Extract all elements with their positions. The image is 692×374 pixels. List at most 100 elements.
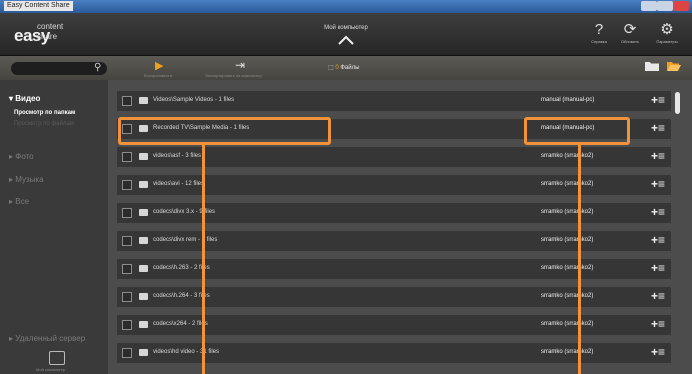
table-row[interactable]: videos\asf - 3 files srramko (srramko2) +≡ xyxy=(117,147,671,167)
annotation-line-folder xyxy=(202,142,205,374)
row-folder-name: videos\hd video - 31 files xyxy=(153,349,220,355)
folder-icon xyxy=(139,321,148,328)
row-owner: srramko (srramko2) xyxy=(541,265,594,271)
row-checkbox[interactable] xyxy=(122,208,132,218)
folder-icon xyxy=(139,209,148,216)
table-row[interactable]: codecs\divx 3.x - 9 files srramko (srramk… xyxy=(117,203,671,223)
folder-icon xyxy=(139,349,148,356)
add-to-playlist-icon[interactable]: +≡ xyxy=(651,289,665,303)
add-to-playlist-icon[interactable]: +≡ xyxy=(651,317,665,331)
table-row[interactable]: videos\hd video - 31 files srramko (srram… xyxy=(117,343,671,363)
search-input[interactable] xyxy=(11,62,107,75)
row-checkbox[interactable] xyxy=(122,292,132,302)
sidebar-item-video[interactable]: ▾ Видео xyxy=(9,94,40,103)
maximize-button[interactable] xyxy=(657,1,673,11)
row-checkbox[interactable] xyxy=(122,264,132,274)
logo-share: share xyxy=(37,32,58,41)
table-row[interactable]: codecs\h.264 - 3 files srramko (srramko2)… xyxy=(117,287,671,307)
sidebar-remote-label: Удаленный сервер xyxy=(15,334,86,343)
table-row[interactable]: Videos\Sample Videos - 1 files manual (ma… xyxy=(117,91,671,111)
table-row[interactable]: codecs\x264 - 2 files srramko (srramko2) +… xyxy=(117,315,671,335)
row-folder-name: videos\avi - 12 files xyxy=(153,181,205,187)
sidebar-item-all[interactable]: ▸ Все xyxy=(9,197,29,206)
export-icon[interactable]: ⇥ xyxy=(235,58,245,72)
minimize-button[interactable] xyxy=(641,1,657,11)
logo-content: content xyxy=(37,22,64,31)
sidebar-photo-label: Фото xyxy=(15,152,34,161)
question-icon: ? xyxy=(594,21,604,38)
add-to-playlist-icon[interactable]: +≡ xyxy=(651,149,665,163)
settings-button[interactable]: ⚙ Параметры xyxy=(655,21,679,44)
add-to-playlist-icon[interactable]: +≡ xyxy=(651,205,665,219)
sidebar-all-label: Все xyxy=(15,197,30,206)
my-computer-label: Мой компьютер xyxy=(36,367,66,372)
table-row[interactable]: codecs\divx rem - 3 files srramko (srramk… xyxy=(117,231,671,251)
window-title: Easy Content Share xyxy=(4,1,73,11)
add-to-playlist-icon[interactable]: +≡ xyxy=(651,233,665,247)
device-title: Мой компьютер xyxy=(324,25,368,31)
folder-icon xyxy=(139,181,148,188)
row-owner: srramko (srramko2) xyxy=(541,237,594,243)
row-owner: srramko (srramko2) xyxy=(541,293,594,299)
highlight-box-owner xyxy=(524,117,630,145)
row-folder-name: videos\asf - 3 files xyxy=(153,153,202,159)
files-count-icon: ⬚ xyxy=(328,65,334,71)
close-button[interactable] xyxy=(673,1,689,11)
folder-icon xyxy=(139,97,148,104)
gear-icon: ⚙ xyxy=(660,21,674,38)
files-count: ⬚ 0 Файлы xyxy=(328,64,359,71)
row-folder-name: Videos\Sample Videos - 1 files xyxy=(153,97,235,103)
row-folder-name: codecs\divx 3.x - 9 files xyxy=(153,209,216,215)
row-owner: srramko (srramko2) xyxy=(541,321,594,327)
row-owner: srramko (srramko2) xyxy=(541,153,594,159)
sidebar-item-by-file[interactable]: Просмотр по файлам xyxy=(14,121,74,127)
table-row[interactable]: videos\avi - 12 files srramko (srramko2) +… xyxy=(117,175,671,195)
table-row[interactable]: codecs\h.263 - 2 files srramko (srramko2)… xyxy=(117,259,671,279)
add-to-playlist-icon[interactable]: +≡ xyxy=(651,345,665,359)
row-checkbox[interactable] xyxy=(122,320,132,330)
play-icon[interactable]: ▶ xyxy=(155,59,163,72)
add-to-playlist-icon[interactable]: +≡ xyxy=(651,177,665,191)
refresh-label: Обновить xyxy=(620,39,640,44)
row-folder-name: codecs\x264 - 2 files xyxy=(153,321,208,327)
row-owner: srramko (srramko2) xyxy=(541,349,594,355)
folder-icon xyxy=(139,265,148,272)
sidebar-item-music[interactable]: ▸ Музыка xyxy=(9,175,44,184)
row-owner: manual (manual-pc) xyxy=(541,97,595,103)
row-folder-name: codecs\divx rem - 3 files xyxy=(153,237,218,243)
row-checkbox[interactable] xyxy=(122,152,132,162)
add-to-playlist-icon[interactable]: +≡ xyxy=(651,261,665,275)
folder-icon xyxy=(139,153,148,160)
sidebar-music-label: Музыка xyxy=(15,175,44,184)
annotation-line-owner xyxy=(578,142,581,374)
add-to-playlist-icon[interactable]: +≡ xyxy=(651,121,665,135)
refresh-button[interactable]: ⟳ Обновить xyxy=(618,21,642,44)
search-icon[interactable]: ⚲ xyxy=(94,62,101,73)
row-owner: srramko (srramko2) xyxy=(541,181,594,187)
settings-label: Параметры xyxy=(656,39,678,44)
row-owner: srramko (srramko2) xyxy=(541,209,594,215)
files-count-label: Файлы xyxy=(340,65,360,71)
help-button[interactable]: ? Справка xyxy=(587,21,611,44)
help-label: Справка xyxy=(591,39,607,44)
sidebar-item-remote[interactable]: ▸ Удаленный сервер xyxy=(9,334,85,343)
files-count-value: 0 xyxy=(335,65,339,71)
add-to-playlist-icon[interactable]: +≡ xyxy=(651,93,665,107)
window-titlebar: Easy Content Share xyxy=(0,0,692,13)
folder-icon xyxy=(139,293,148,300)
highlight-box-folder xyxy=(118,117,331,145)
play-label: Воспроизвести xyxy=(144,73,172,78)
computer-icon[interactable] xyxy=(49,351,65,365)
row-checkbox[interactable] xyxy=(122,236,132,246)
sidebar-item-photo[interactable]: ▸ Фото xyxy=(9,152,34,161)
folder-open-icon[interactable] xyxy=(667,61,681,71)
chevron-up-icon[interactable] xyxy=(337,34,355,46)
sidebar-item-by-folder[interactable]: Просмотр по папкам xyxy=(14,110,75,116)
folder-icon[interactable] xyxy=(645,61,659,71)
export-label: Экспортировать на компьютер xyxy=(205,73,262,78)
scrollbar[interactable] xyxy=(675,92,680,114)
row-checkbox[interactable] xyxy=(122,348,132,358)
row-checkbox[interactable] xyxy=(122,180,132,190)
sidebar-video-label: Видео xyxy=(15,94,41,103)
row-checkbox[interactable] xyxy=(122,96,132,106)
